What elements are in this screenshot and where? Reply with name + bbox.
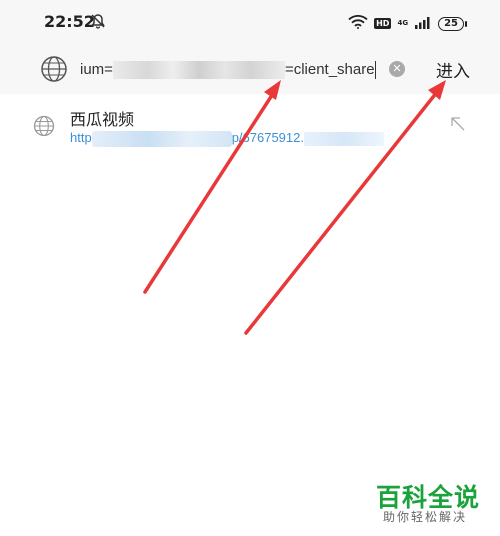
status-time: 22:52 [44,12,95,31]
watermark-slogan: 助你轻松解决 [383,510,468,524]
status-right-group: HD 4G 25 [348,14,467,33]
redacted-url-segment [112,61,285,80]
fill-arrow-icon[interactable] [450,116,466,136]
battery-level: 25 [444,17,458,29]
suggestion-item[interactable]: 西瓜视频 http p/67675912. [0,96,500,158]
redacted-url-segment [303,131,384,146]
status-bar: 22:52 HD 4G 25 [0,0,500,46]
clear-icon[interactable]: ✕ [389,61,405,77]
globe-icon [40,55,68,87]
url-text-prefix: ium= [80,61,113,78]
wifi-icon [348,14,368,33]
suggestion-url-prefix: http [70,130,92,145]
globe-icon [33,115,55,141]
url-text-suffix: =client_share [284,61,375,78]
signal-icon [414,14,432,33]
enter-button[interactable]: 进入 [436,57,470,82]
battery-icon: 25 [438,16,467,31]
text-caret [374,61,377,80]
muted-bell-icon [90,13,106,33]
suggestion-title: 西瓜视频 [70,110,135,129]
network-type: 4G [397,19,409,27]
suggestion-url: http p/67675912. [70,130,384,147]
url-bar: ium= =client_share ✕ 进入 [0,46,500,94]
watermark: 百科全说 助你轻松解决 [376,478,491,528]
redacted-url-segment [91,130,232,147]
suggestion-url-middle: p/67675912. [231,130,304,145]
url-input[interactable]: ium= =client_share [80,58,380,82]
hd-badge: HD [374,18,392,29]
